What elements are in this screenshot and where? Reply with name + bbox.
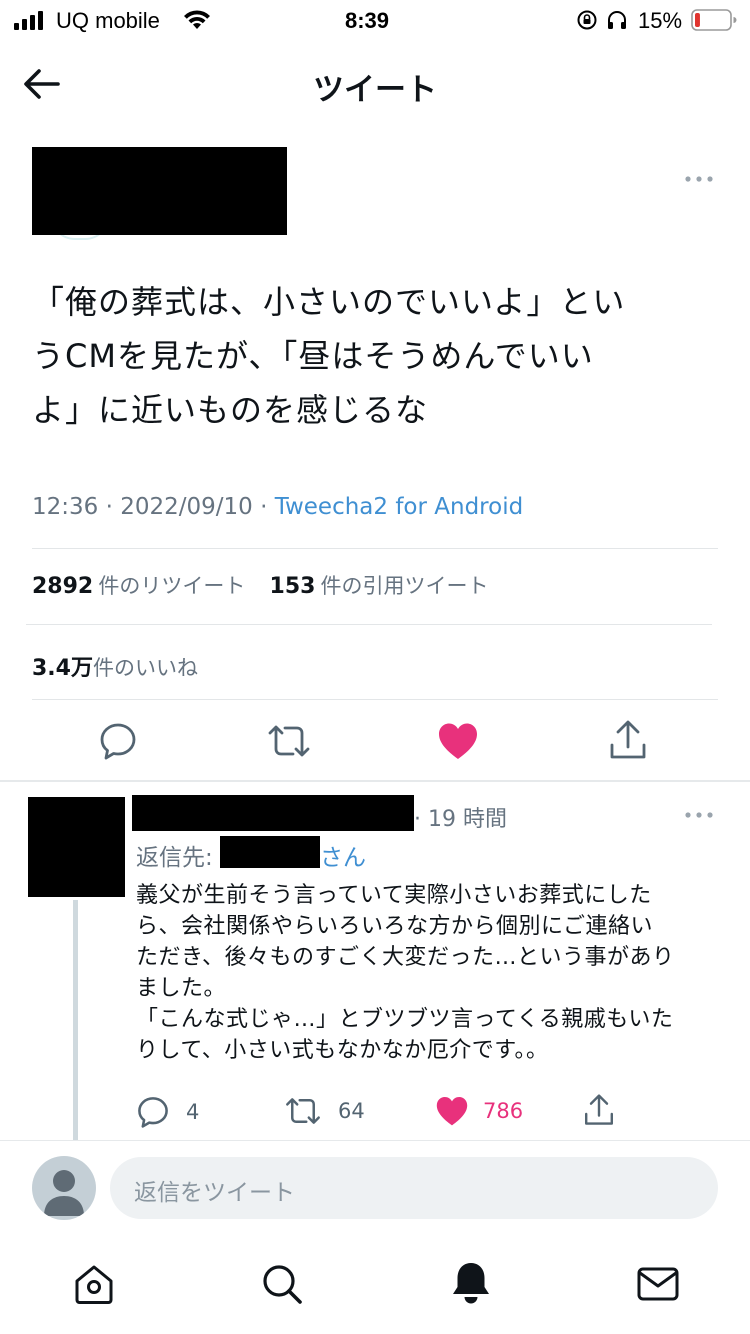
divider	[26, 624, 712, 625]
reply-reply-count: 4	[186, 1100, 200, 1124]
heart-filled-icon	[439, 723, 477, 759]
retweet-label: 件のリツイート	[98, 574, 246, 598]
reply-timestamp: · 19 時間	[414, 807, 507, 832]
user-avatar[interactable]	[32, 1156, 96, 1220]
thread-line	[73, 900, 78, 1140]
tab-messages[interactable]	[636, 1264, 680, 1308]
page-title: ツイート	[313, 72, 437, 108]
share-button[interactable]	[608, 719, 648, 765]
more-icon	[685, 812, 713, 818]
reply-composer-placeholder: 返信をツイート	[134, 1180, 295, 1206]
divider	[0, 1140, 750, 1141]
retweet-count: 2892	[32, 574, 94, 599]
reply-more-options-button[interactable]	[684, 805, 716, 829]
reply-text-line: ただき、後々ものすごく大変だった…という事があり	[136, 945, 675, 970]
wifi-icon	[182, 9, 212, 35]
tab-notifications[interactable]	[449, 1260, 493, 1310]
orientation-lock-icon	[576, 9, 598, 35]
like-label: 件のいいね	[92, 656, 198, 680]
likes-stat[interactable]: 3.4万件のいいね	[32, 650, 198, 682]
divider	[32, 548, 718, 549]
notifications-icon	[453, 1263, 489, 1304]
reply-retweet-button[interactable]: 64	[284, 1096, 365, 1126]
retweet-icon	[268, 725, 310, 757]
reply-composer-input[interactable]: 返信をツイート	[110, 1157, 718, 1219]
home-icon	[75, 1265, 113, 1304]
tab-search[interactable]	[260, 1262, 304, 1310]
tweet-timestamp: 12:36 · 2022/09/10 ·	[32, 494, 275, 520]
reply-text-line: 「こんな式じゃ…」とブツブツ言ってくる親戚もいた	[136, 1007, 674, 1032]
reply-share-button[interactable]	[583, 1093, 615, 1131]
reply-button[interactable]	[98, 721, 138, 765]
default-avatar-icon	[44, 1170, 84, 1216]
reply-icon	[138, 1097, 168, 1128]
tab-home[interactable]	[72, 1262, 116, 1310]
reply-retweet-count: 64	[338, 1099, 365, 1123]
tweet-text-line: うCMを見たが、「昼はそうめんでいい	[32, 337, 594, 375]
share-icon	[610, 720, 646, 759]
heart-filled-icon	[436, 1097, 468, 1126]
retweet-icon	[286, 1098, 320, 1124]
redacted-author	[32, 147, 287, 235]
divider	[32, 699, 718, 700]
tweet-meta: 12:36 · 2022/09/10 · Tweecha2 for Androi…	[32, 494, 523, 520]
search-icon	[263, 1265, 302, 1304]
divider	[0, 780, 750, 782]
quote-count: 153	[269, 574, 316, 599]
like-count: 3.4万	[32, 656, 93, 681]
quote-label: 件の引用ツイート	[320, 574, 489, 598]
signal-icon	[14, 10, 46, 30]
tweet-source-link[interactable]: Tweecha2 for Android	[275, 494, 523, 520]
reply-text-line: りして、小さい式もなかなか厄介です。。	[136, 1038, 549, 1063]
replying-to: 返信先:	[136, 838, 213, 872]
tweet-text-line: よ」に近いものを感じるな	[32, 391, 429, 429]
quotes-stat[interactable]: 153 件の引用ツイート	[270, 574, 489, 599]
retweets-stat[interactable]: 2892 件のリツイート	[32, 574, 245, 599]
headphones-icon	[606, 9, 628, 35]
tweet-stats-row: 2892 件のリツイート 153 件の引用ツイート	[32, 570, 489, 600]
battery-icon	[691, 9, 737, 31]
reply-text: 義父が生前そう言っていて実際小さいお葬式にした ら、会社関係やらいろいろな方から…	[136, 880, 726, 1066]
more-icon	[685, 176, 713, 182]
reply-like-button[interactable]: 786	[435, 1095, 523, 1127]
messages-icon	[637, 1267, 679, 1301]
more-options-button[interactable]	[684, 169, 716, 193]
redacted-reply-author	[132, 795, 414, 831]
like-button[interactable]	[437, 721, 479, 765]
retweet-button[interactable]	[266, 723, 312, 763]
reply-icon	[100, 723, 136, 760]
tweet-text-line: 「俺の葬式は、小さいのでいいよ」とい	[32, 283, 626, 321]
status-bar: UQ mobile 8:39 15%	[0, 0, 750, 44]
redacted-mention[interactable]	[220, 836, 320, 868]
reply-text-line: 義父が生前そう言っていて実際小さいお葬式にした	[136, 883, 652, 908]
reply-reply-button[interactable]: 4	[136, 1095, 199, 1129]
tweet-text: 「俺の葬式は、小さいのでいいよ」とい うCMを見たが、「昼はそうめんでいい よ」…	[32, 275, 732, 437]
reply-text-line: ら、会社関係やらいろいろな方から個別にご連絡い	[136, 914, 654, 939]
reply-text-line: ました。	[136, 976, 227, 1001]
reply-avatar[interactable]	[28, 797, 125, 897]
replying-to-suffix[interactable]: さん	[320, 838, 366, 872]
clock: 8:39	[345, 8, 390, 33]
reply-like-count: 786	[483, 1099, 524, 1123]
battery-percent: 15%	[638, 8, 683, 33]
share-icon	[585, 1094, 613, 1125]
carrier-name: UQ mobile	[56, 8, 160, 33]
replying-to-label: 返信先:	[136, 845, 213, 871]
